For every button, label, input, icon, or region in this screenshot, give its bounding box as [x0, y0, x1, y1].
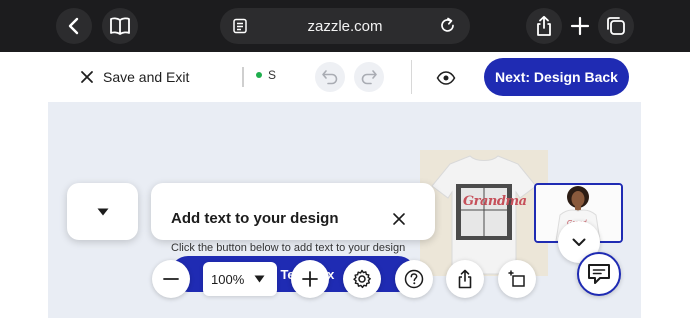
divider	[411, 60, 412, 94]
tip-title: Add text to your design	[171, 210, 339, 227]
undo-button[interactable]	[315, 62, 345, 92]
settings-button[interactable]	[343, 260, 381, 298]
chat-icon	[588, 264, 610, 284]
divider	[242, 67, 244, 87]
next-design-back-button[interactable]: Next: Design Back	[484, 58, 629, 96]
redo-icon	[361, 70, 377, 85]
tshirt-image	[420, 150, 548, 276]
tip-subtitle: Click the button below to add text to yo…	[171, 242, 406, 254]
caret-down-icon	[97, 208, 108, 215]
status-text: S	[268, 68, 277, 82]
share-icon	[458, 269, 472, 289]
help-button[interactable]	[395, 260, 433, 298]
zoom-out-button[interactable]	[152, 260, 190, 298]
preview-button[interactable]	[434, 66, 458, 90]
url-text: zazzle.com	[307, 17, 383, 35]
zoom-value: 100%	[211, 271, 245, 287]
help-icon	[404, 269, 424, 289]
share-icon	[537, 15, 551, 36]
close-icon	[81, 71, 93, 83]
save-and-exit-button[interactable]: Save and Exit	[80, 64, 189, 90]
caret-down-icon	[254, 275, 265, 283]
product-preview[interactable]: Grandma	[420, 150, 548, 276]
share-button[interactable]	[526, 8, 562, 44]
back-button[interactable]	[56, 8, 92, 44]
tip-close-button[interactable]	[389, 209, 409, 229]
chevron-left-icon	[68, 17, 79, 35]
design-text: Grandma	[463, 194, 527, 209]
minus-icon	[163, 278, 179, 280]
reload-icon[interactable]	[439, 17, 456, 38]
panel-toggle-button[interactable]	[67, 183, 138, 240]
save-and-exit-label: Save and Exit	[103, 69, 190, 85]
tabs-icon	[607, 17, 625, 35]
redo-button[interactable]	[354, 62, 384, 92]
undo-icon	[322, 70, 338, 85]
tabs-button[interactable]	[598, 8, 634, 44]
plus-icon	[570, 16, 590, 36]
side-strip	[641, 102, 690, 318]
eye-icon	[436, 71, 456, 85]
book-icon	[110, 17, 130, 35]
close-icon	[393, 213, 405, 225]
save-status: S	[256, 68, 276, 82]
chevron-down-icon	[572, 238, 586, 246]
gear-icon	[353, 269, 371, 289]
zoom-in-button[interactable]	[291, 260, 329, 298]
chat-button[interactable]	[577, 252, 621, 296]
zoom-select[interactable]: 100%	[203, 262, 277, 296]
page-settings-icon[interactable]	[232, 18, 248, 38]
resize-icon	[508, 270, 525, 287]
share-design-button[interactable]	[446, 260, 484, 298]
bookmarks-button[interactable]	[102, 8, 138, 44]
crop-button[interactable]	[498, 260, 536, 298]
status-dot-icon	[256, 72, 262, 78]
plus-icon	[302, 271, 318, 287]
address-bar[interactable]: zazzle.com	[220, 8, 470, 44]
new-tab-button[interactable]	[568, 14, 592, 38]
